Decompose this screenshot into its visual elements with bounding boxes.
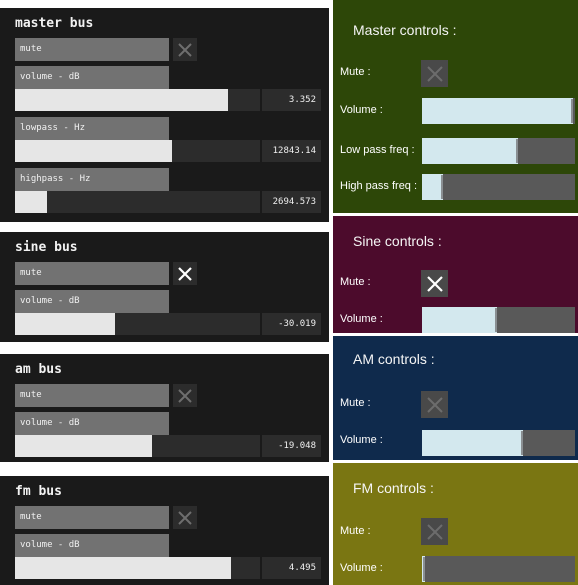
slider-fill [15,557,231,579]
volume-value[interactable]: -30.019 [262,313,321,335]
slider-fill [15,191,47,213]
slider-fill [15,140,172,162]
slider-thumb[interactable] [520,431,523,455]
volume-value[interactable]: 3.352 [262,89,321,111]
panel-title: fm bus [15,484,62,499]
panel-title: master bus [15,16,94,31]
slider-fill [15,89,229,111]
slider-fill [15,313,116,335]
panel-title: am bus [15,362,62,377]
slider-fill [422,174,444,200]
mute-label: mute [15,506,169,529]
close-icon [178,266,192,281]
bus-gui-column: master bus mute volume - dB 3.352 lowpas… [0,0,329,585]
mute-toggle[interactable] [173,262,197,285]
volume-slider[interactable] [422,307,575,333]
volume-label: Volume : [340,104,383,116]
volume-label: Volume : [340,434,383,446]
volume-slider[interactable] [15,89,260,111]
sine-controls-panel: Sine controls : Mute : Volume : [333,216,578,333]
mute-label: Mute : [340,66,371,78]
volume-label: volume - dB [15,534,169,557]
slider-thumb[interactable] [423,557,426,581]
slider-fill [422,138,519,164]
lowpass-value[interactable]: 12843.14 [262,140,321,162]
slider-fill [422,430,523,456]
highpass-slider[interactable] [422,174,575,200]
lowpass-slider[interactable] [15,140,260,162]
fm-controls-panel: FM controls : Mute : Volume : [333,463,578,585]
volume-label: Volume : [340,313,383,325]
lowpass-label: Low pass freq : [340,144,415,156]
slider-thumb[interactable] [494,308,497,332]
panel-title: sine bus [15,240,78,255]
panel-title: AM controls : [353,351,435,367]
volume-label: volume - dB [15,412,169,435]
volume-value[interactable]: -19.048 [262,435,321,457]
volume-slider[interactable] [422,556,575,582]
close-icon [178,510,192,525]
mute-toggle[interactable] [421,60,448,87]
slider-fill [422,98,574,124]
volume-label: volume - dB [15,290,169,313]
volume-label: volume - dB [15,66,169,89]
am-bus-panel: am bus mute volume - dB -19.048 [0,354,329,462]
lowpass-label: lowpass - Hz [15,117,169,140]
close-icon [426,396,443,413]
volume-slider[interactable] [15,557,260,579]
mute-toggle[interactable] [173,384,197,407]
panel-title: FM controls : [353,480,434,496]
volume-slider[interactable] [422,430,575,456]
highpass-label: High pass freq : [340,180,418,192]
mute-label: mute [15,262,169,285]
volume-slider[interactable] [15,435,260,457]
volume-slider[interactable] [422,98,575,124]
master-bus-panel: master bus mute volume - dB 3.352 lowpas… [0,8,329,222]
mute-label: mute [15,384,169,407]
mute-label: Mute : [340,525,371,537]
close-icon [426,523,443,540]
am-controls-panel: AM controls : Mute : Volume : [333,336,578,460]
volume-value[interactable]: 4.495 [262,557,321,579]
mute-toggle[interactable] [421,518,448,545]
lowpass-slider[interactable] [422,138,575,164]
mute-toggle[interactable] [173,506,197,529]
close-icon [178,388,192,403]
close-icon [178,42,192,57]
highpass-value[interactable]: 2694.573 [262,191,321,213]
mute-toggle[interactable] [173,38,197,61]
slider-fill [15,435,153,457]
panel-title: Sine controls : [353,233,442,249]
highpass-label: highpass - Hz [15,168,169,191]
highpass-slider[interactable] [15,191,260,213]
slider-thumb[interactable] [441,175,444,199]
mute-label: Mute : [340,276,371,288]
mute-label: mute [15,38,169,61]
mute-label: Mute : [340,397,371,409]
close-icon [426,65,443,82]
sine-bus-panel: sine bus mute volume - dB -30.019 [0,232,329,342]
volume-slider[interactable] [15,313,260,335]
panel-title: Master controls : [353,22,457,38]
slider-fill [422,307,497,333]
slider-thumb[interactable] [571,99,574,123]
master-controls-panel: Master controls : Mute : Volume : Low pa… [333,0,578,213]
slider-thumb[interactable] [516,139,519,163]
mute-toggle[interactable] [421,270,448,297]
fm-bus-panel: fm bus mute volume - dB 4.495 [0,476,329,585]
mute-toggle[interactable] [421,391,448,418]
volume-label: Volume : [340,562,383,574]
close-icon [426,275,443,292]
